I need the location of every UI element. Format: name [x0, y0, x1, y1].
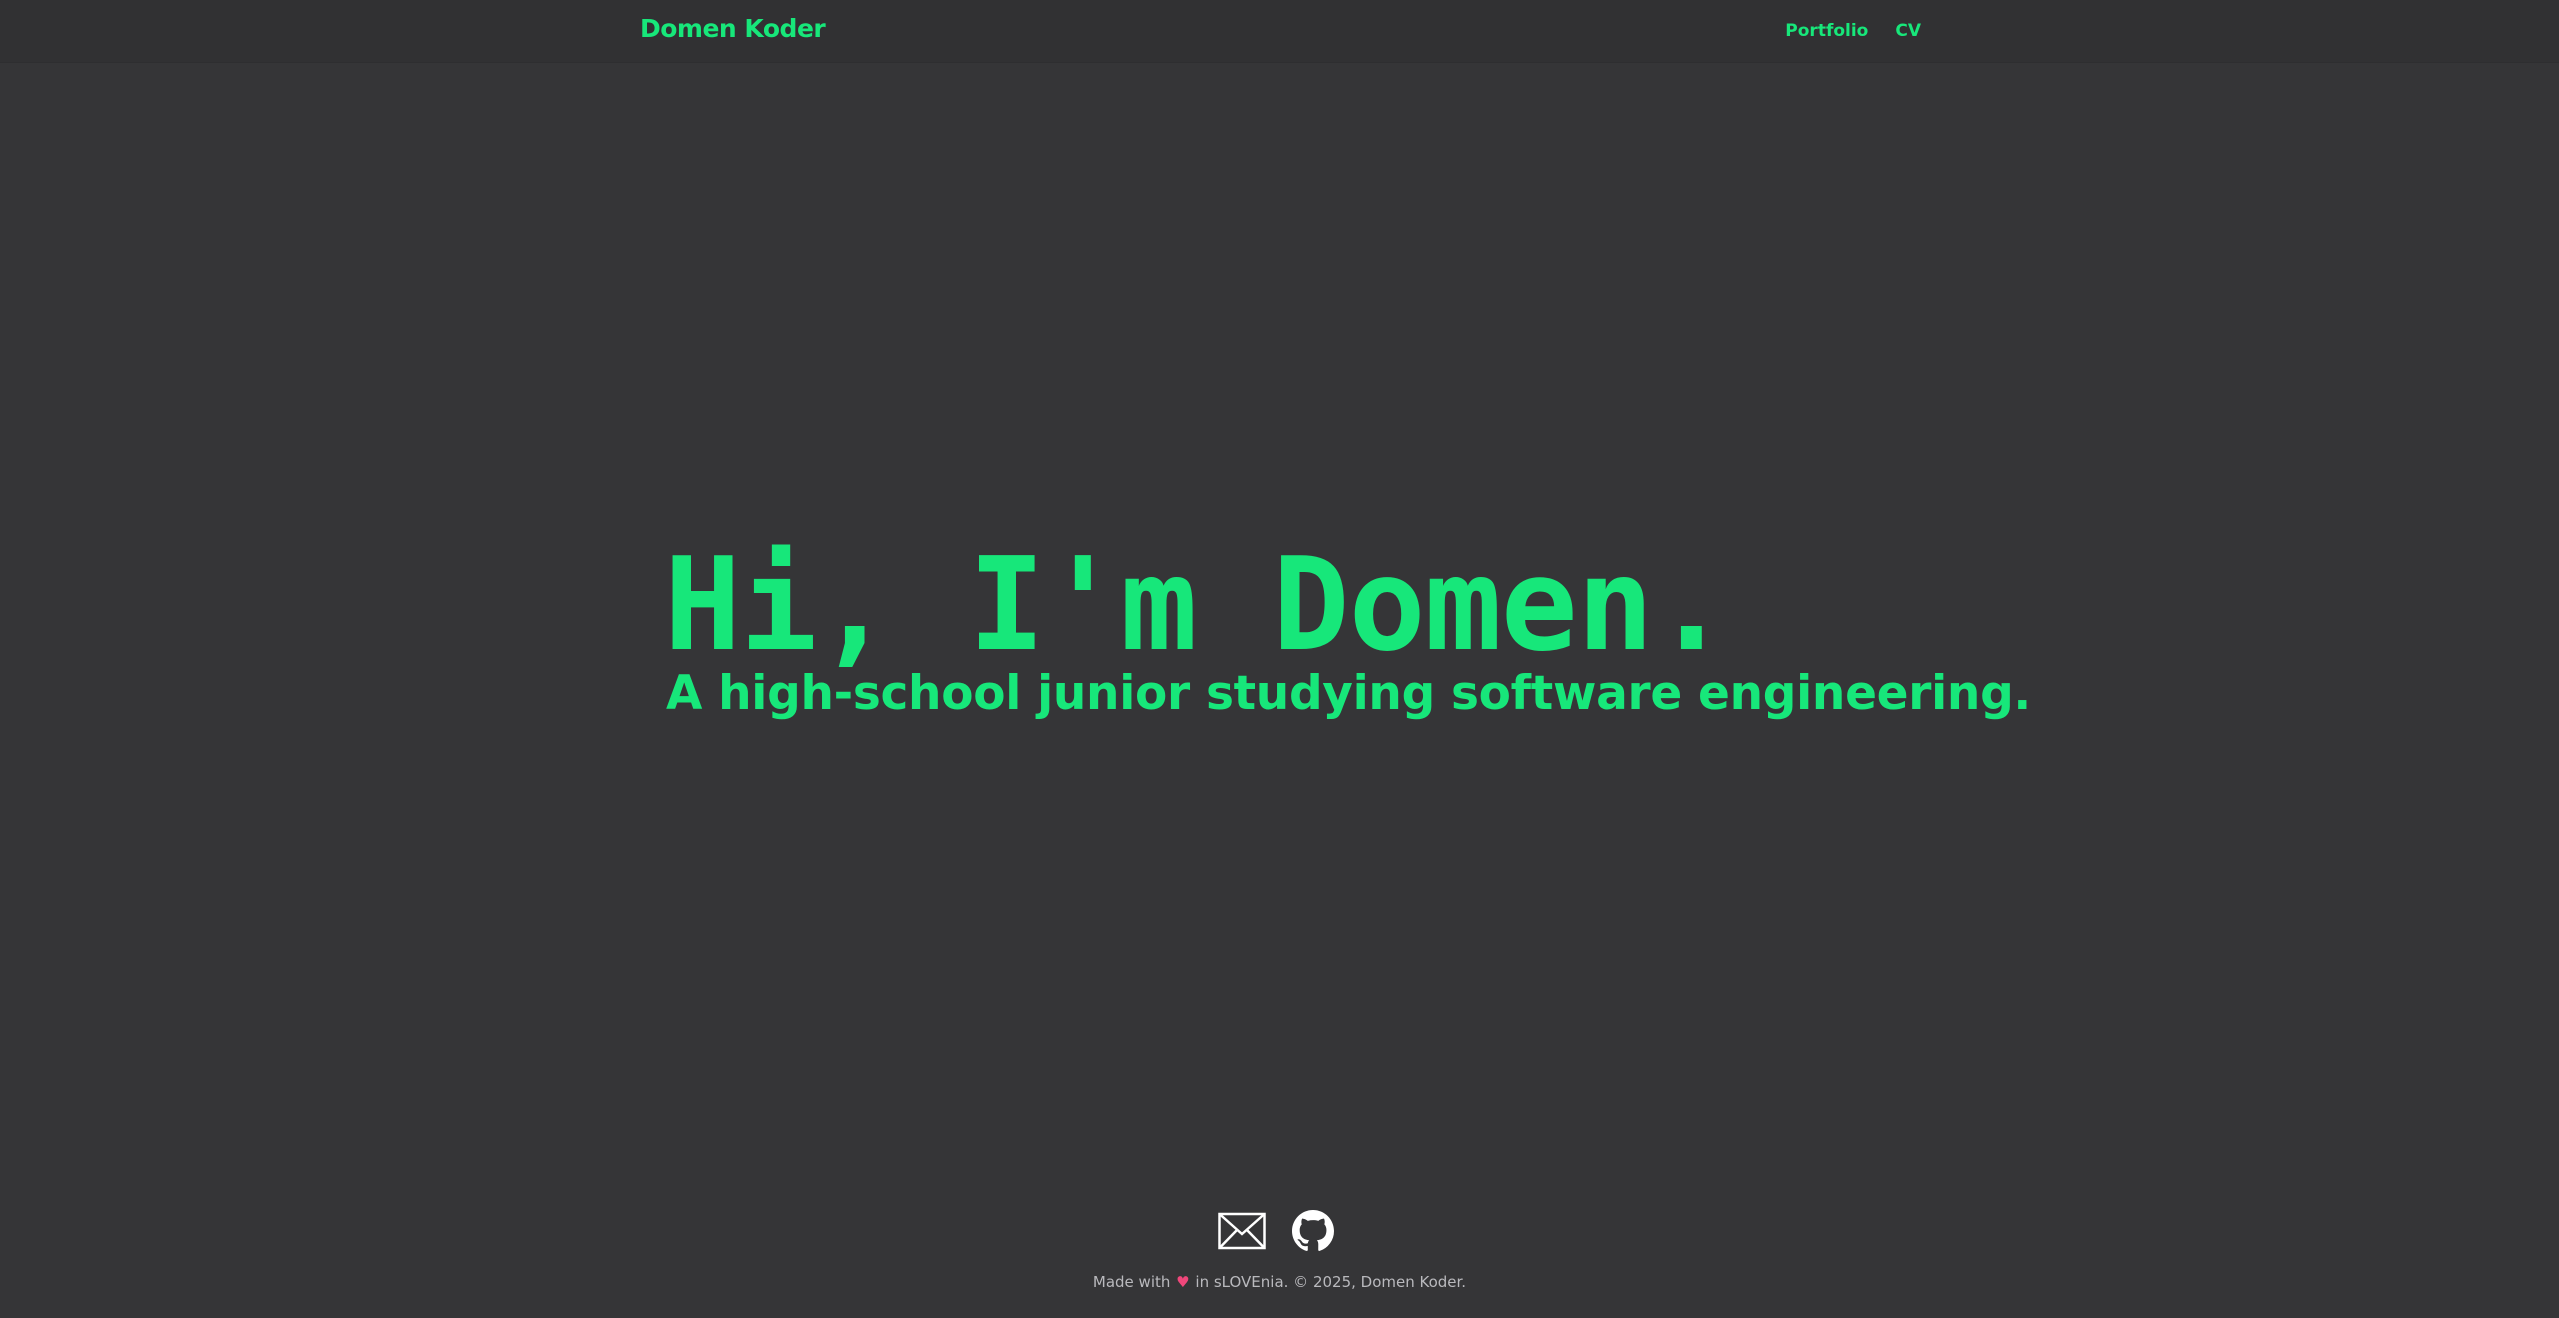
heart-icon: ♥ — [1176, 1273, 1190, 1291]
mail-icon[interactable] — [1218, 1211, 1266, 1255]
footer-icons — [1218, 1210, 1334, 1256]
hero-title: Hi, I'm Domen. — [664, 531, 1730, 680]
nav-link-cv[interactable]: CV — [1895, 21, 1921, 41]
hero-subtitle: A high-school junior studying software e… — [666, 666, 2031, 721]
nav-link-portfolio[interactable]: Portfolio — [1785, 21, 1868, 41]
footer-made-with: Made with — [1092, 1273, 1171, 1291]
github-icon[interactable] — [1292, 1210, 1334, 1256]
brand-link[interactable]: Domen Koder — [640, 14, 826, 43]
nav-links: Portfolio CV — [1785, 21, 1921, 41]
navbar: Domen Koder Portfolio CV — [0, 0, 2559, 62]
footer-rest: in sLOVEnia. © 2025, Domen Koder. — [1195, 1273, 1467, 1291]
hero: Hi, I'm Domen. A high-school junior stud… — [664, 538, 2031, 722]
footer-text: Made with ♥ in sLOVEnia. © 2025, Domen K… — [0, 1273, 2559, 1291]
